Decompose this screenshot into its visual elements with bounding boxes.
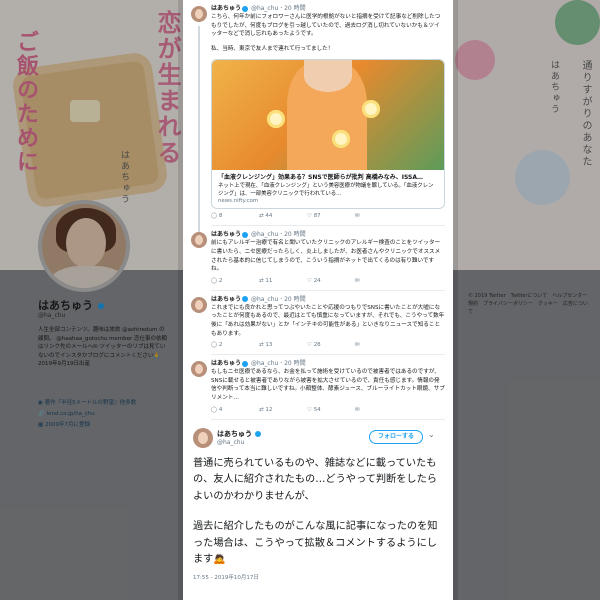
retweet-icon: ⇄ — [259, 213, 264, 220]
tweet-header: はあちゅう @ha_chu · 20 時間 — [211, 5, 306, 12]
tweet-avatar[interactable] — [191, 361, 207, 378]
card-image — [212, 60, 444, 171]
reply-icon: ◯ — [211, 277, 218, 284]
tweet-text: 前にもアレルギー治療で有名と聞いていたクリニックのアレルギー検査のことをツイッタ… — [211, 240, 441, 273]
card-domain: news.nifty.com — [218, 198, 259, 205]
verified-icon — [242, 296, 249, 303]
mail-icon: ✉ — [355, 406, 360, 413]
mail-icon: ✉ — [355, 277, 360, 284]
tweet-actions: ◯ 2 ⇄ 13 ♡ 28 ✉ — [211, 342, 445, 356]
verified-icon — [255, 430, 262, 437]
retweet-icon: ⇄ — [259, 406, 264, 413]
thread-tweet[interactable]: はあちゅう @ha_chu · 20 時間 前にもアレルギー治療で有名と聞いてい… — [183, 226, 453, 291]
thread-tweet[interactable]: はあちゅう @ha_chu · 20 時間 もしもニセ医療であるなら、お金を払っ… — [183, 355, 453, 420]
link-card[interactable]: 「血液クレンジング」効果ある？SNSで医師らが批判 高橋みなみ、ISSA… ネッ… — [211, 59, 445, 210]
chevron-down-icon[interactable]: ⌄ — [428, 430, 435, 439]
reply-button[interactable]: ◯ 4 — [211, 407, 259, 413]
tweet-text: これまでにも良かれと思ってつぶやいたことや応援のつもりでSNSに書いたことが大嘘… — [211, 304, 445, 337]
main-tweet-handle[interactable]: @ha_chu — [217, 439, 244, 446]
tweet-header: はあちゅう @ha_chu · 20 時間 — [211, 360, 306, 368]
retweet-button[interactable]: ⇄ 11 — [259, 278, 307, 284]
card-title: 「血液クレンジング」効果ある？SNSで医師らが批判 高橋みなみ、ISSA… — [218, 174, 424, 182]
heart-icon: ♡ — [307, 277, 312, 284]
main-tweet: はあちゅう @ha_chu フォローする ⌄ 普通に売られているものや、雑誌など… — [183, 420, 453, 587]
verified-icon — [242, 360, 249, 367]
tweet-avatar[interactable] — [191, 296, 207, 313]
like-button[interactable]: ♡ 28 — [307, 342, 355, 348]
dm-button[interactable]: ✉ — [355, 213, 403, 219]
reply-icon: ◯ — [211, 213, 218, 220]
main-tweet-name[interactable]: はあちゅう — [217, 429, 262, 439]
mail-icon: ✉ — [355, 213, 360, 220]
reply-button[interactable]: ◯ 8 — [211, 213, 259, 219]
tweet-text: もしもニセ医療であるなら、お金を払って施術を受けているので被害者ではあるのですが… — [211, 369, 445, 401]
tweet-header: はあちゅう @ha_chu · 20 時間 — [211, 295, 306, 303]
retweet-icon: ⇄ — [259, 342, 264, 349]
card-description: ネット上で現在、「血液クレンジング」という美容医療が物議を醸している。「血液クレ… — [218, 183, 434, 198]
main-tweet-avatar[interactable] — [193, 427, 213, 448]
dm-button[interactable]: ✉ — [355, 342, 403, 348]
retweet-icon: ⇄ — [259, 277, 264, 284]
tweet-avatar[interactable] — [191, 232, 207, 249]
verified-icon — [242, 231, 249, 238]
tweet-actions: ◯ 8 ⇄ 44 ♡ 87 ✉ — [211, 213, 445, 227]
dm-button[interactable]: ✉ — [355, 407, 403, 413]
mail-icon: ✉ — [355, 342, 360, 349]
dm-button[interactable]: ✉ — [355, 278, 403, 284]
heart-icon: ♡ — [307, 213, 312, 220]
retweet-button[interactable]: ⇄ 12 — [259, 407, 307, 413]
like-button[interactable]: ♡ 54 — [307, 407, 355, 413]
reply-icon: ◯ — [211, 342, 218, 349]
heart-icon: ♡ — [307, 342, 312, 349]
main-tweet-text: 普通に売られているものや、雑誌などに載っていたもの、友人に紹介されたもの…どうや… — [193, 457, 437, 502]
main-tweet-text-2: 過去に紹介したものがこんな風に記事になったのを知った場合は、こうやって拡散＆コメ… — [193, 521, 438, 565]
tweet-actions: ◯ 4 ⇄ 12 ♡ 54 ✉ — [211, 407, 445, 420]
tweet-avatar[interactable] — [191, 6, 207, 22]
reply-icon: ◯ — [211, 406, 218, 413]
tweet-header: はあちゅう @ha_chu · 20 時間 — [211, 231, 306, 239]
tweet-text: こちら、何年か前にフォロワーさんに医学的根拠がないと指摘を受けて記事など削除した… — [211, 14, 441, 38]
tweet-permalink-panel: はあちゅう @ha_chu · 20 時間 こちら、何年か前にフォロワーさんに医… — [183, 0, 453, 600]
heart-icon: ♡ — [307, 406, 312, 413]
thread-tweet[interactable]: はあちゅう @ha_chu · 20 時間 こちら、何年か前にフォロワーさんに医… — [183, 0, 453, 227]
reply-button[interactable]: ◯ 2 — [211, 342, 259, 348]
retweet-button[interactable]: ⇄ 13 — [259, 342, 307, 348]
tweet-actions: ◯ 2 ⇄ 11 ♡ 24 ✉ — [211, 278, 445, 291]
retweet-button[interactable]: ⇄ 44 — [259, 213, 307, 219]
like-button[interactable]: ♡ 87 — [307, 213, 355, 219]
verified-icon — [242, 5, 249, 12]
follow-button[interactable]: フォローする — [369, 429, 423, 444]
like-button[interactable]: ♡ 24 — [307, 278, 355, 284]
tweet-text-2: 私、当時、東京で友人まで連れて行ってました！ — [211, 45, 334, 52]
reply-button[interactable]: ◯ 2 — [211, 278, 259, 284]
thread-tweet[interactable]: はあちゅう @ha_chu · 20 時間 これまでにも良かれと思ってつぶやいた… — [183, 291, 453, 356]
main-tweet-timestamp[interactable]: 17:55 - 2019年10月17日 — [193, 573, 443, 581]
